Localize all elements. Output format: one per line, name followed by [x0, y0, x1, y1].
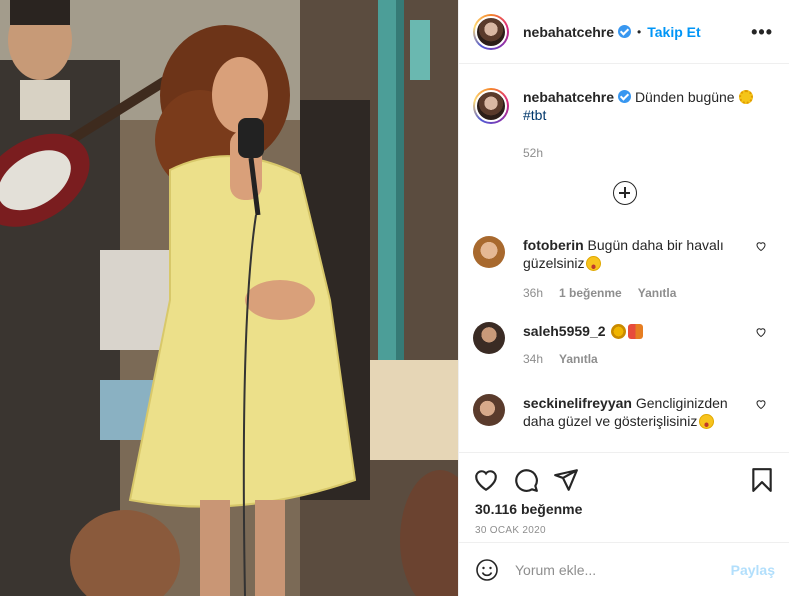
caption-text: Dünden bugüne	[634, 89, 735, 105]
caption-hashtag[interactable]: #tbt	[523, 107, 546, 123]
share-icon[interactable]	[553, 467, 579, 493]
post-comment-button[interactable]: Paylaş	[731, 562, 775, 578]
verified-badge-icon	[618, 25, 632, 38]
likes-count[interactable]: 30.116 beğenme	[475, 501, 582, 517]
caption-avatar[interactable]	[473, 88, 509, 124]
comment-time[interactable]: 36h	[523, 286, 543, 300]
comment-meta: 34h Yanıtla	[523, 352, 598, 366]
comment-input[interactable]	[515, 561, 731, 578]
heart-icon[interactable]	[473, 467, 499, 493]
caption-time[interactable]: 52h	[523, 146, 543, 160]
comment-avatar[interactable]	[473, 394, 505, 426]
reply-button[interactable]: Yanıtla	[559, 352, 598, 366]
post-actions: 30.116 beğenme 30 OCAK 2020 Paylaş	[459, 452, 789, 596]
like-comment-heart-icon[interactable]	[755, 398, 767, 410]
plus-circle-icon[interactable]	[613, 181, 637, 205]
comment-username[interactable]: seckinelifreyyan	[523, 395, 632, 411]
comment-avatar[interactable]	[473, 322, 505, 354]
comment-item: fotoberin Bugün daha bir havalı güzelsin…	[473, 236, 773, 300]
post-date[interactable]: 30 OCAK 2020	[475, 525, 546, 536]
photo-illustration	[0, 0, 458, 596]
avatar[interactable]	[473, 13, 509, 50]
post-caption: nebahatcehre Dünden bugüne #tbt 52h	[473, 88, 773, 160]
heart-eyes-emoji-icon	[586, 256, 602, 271]
add-comment-bar: Paylaş	[459, 542, 789, 596]
sun-emoji-icon	[738, 90, 753, 104]
post-header: nebahatcehre • Takip Et •••	[459, 0, 789, 64]
reply-button[interactable]: Yanıtla	[638, 286, 677, 300]
comment-time[interactable]: 34h	[523, 352, 543, 366]
comment-item: saleh5959_2 34h Yanıtla	[473, 322, 773, 366]
hearts-emoji-icon	[628, 324, 644, 339]
comment-username[interactable]: fotoberin	[523, 237, 584, 253]
comment-meta: 36h 1 beğenme Yanıtla	[523, 286, 676, 300]
comments-list[interactable]: nebahatcehre Dünden bugüne #tbt 52h foto…	[459, 64, 789, 452]
comment-username[interactable]: saleh5959_2	[523, 323, 606, 339]
post-panel: nebahatcehre • Takip Et ••• nebahatcehre…	[458, 0, 789, 596]
comment-likes[interactable]: 1 beğenme	[559, 286, 622, 300]
post-photo[interactable]	[0, 0, 458, 596]
bookmark-icon[interactable]	[749, 467, 775, 493]
comment-icon[interactable]	[513, 467, 539, 493]
comment-avatar[interactable]	[473, 236, 505, 268]
instagram-post: nebahatcehre • Takip Et ••• nebahatcehre…	[0, 0, 789, 596]
more-options-button[interactable]: •••	[751, 23, 773, 41]
caption-username[interactable]: nebahatcehre	[523, 89, 614, 105]
header-username[interactable]: nebahatcehre	[523, 24, 614, 40]
verified-badge-icon	[618, 90, 632, 103]
medal-emoji-icon	[611, 324, 627, 339]
emoji-icon[interactable]	[475, 558, 499, 582]
like-comment-heart-icon[interactable]	[755, 240, 767, 252]
comment-item: seckinelifreyyan Gencliginizden daha güz…	[473, 394, 773, 430]
follow-button[interactable]: Takip Et	[647, 24, 700, 40]
separator: •	[637, 24, 642, 39]
heart-eyes-emoji-icon	[699, 414, 715, 429]
like-comment-heart-icon[interactable]	[755, 326, 767, 338]
